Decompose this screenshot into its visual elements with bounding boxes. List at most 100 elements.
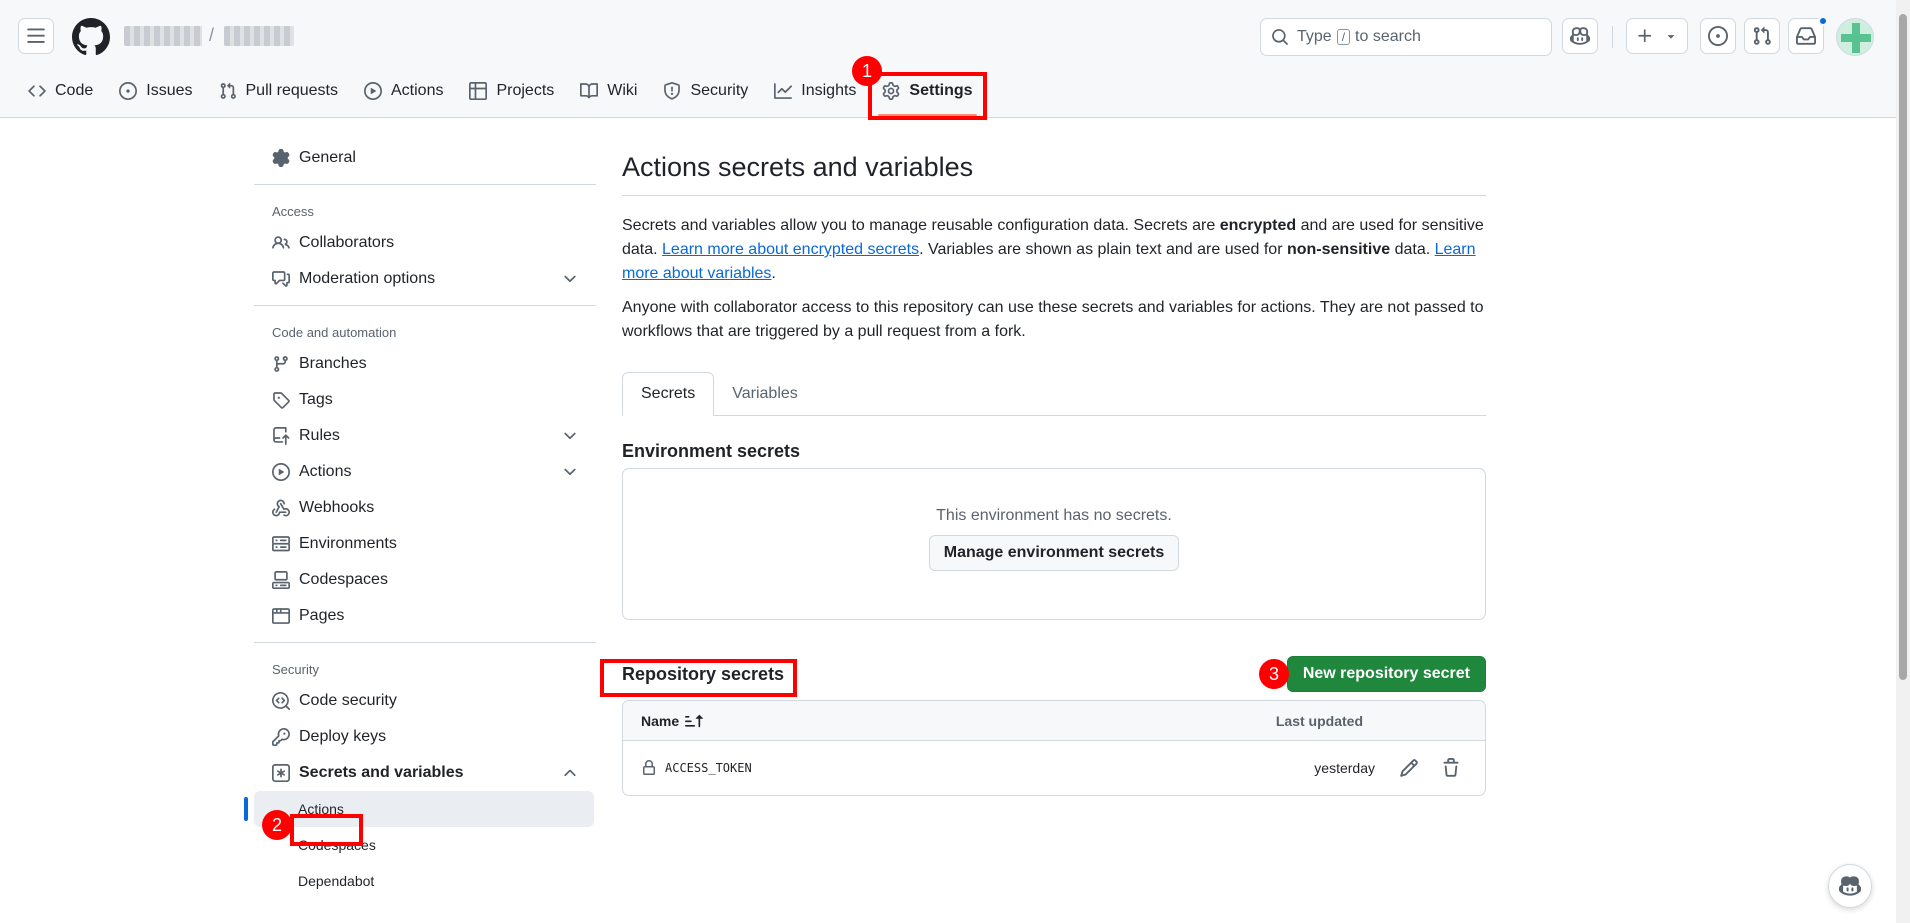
server-icon [272,536,290,552]
copilot-icon [1839,876,1861,896]
sidebar-label: Environments [299,535,397,552]
sidebar-item-general[interactable]: General [254,140,604,176]
tab-wiki[interactable]: Wiki [568,72,649,110]
desc-text: Secrets and variables allow you to manag… [622,217,1220,234]
sidebar-subitem-dependabot[interactable]: Dependabot [254,863,594,899]
sidebar-label: Tags [299,391,333,408]
desc-bold-encrypted: encrypted [1219,217,1297,234]
tab-insights[interactable]: Insights [762,72,868,110]
sidebar-divider [254,305,596,306]
page-title: Actions secrets and variables [622,140,1486,196]
sidebar-label: Webhooks [299,499,375,516]
tab-settings[interactable]: Settings [870,72,984,116]
tag-icon [273,392,290,409]
search-shortcut-key: / [1336,29,1351,45]
column-name: Name [641,712,680,729]
description-paragraph: Secrets and variables allow you to manag… [622,214,1486,286]
sidebar-item-code-security[interactable]: Code security [254,683,604,719]
play-icon [272,463,290,481]
notification-dot [1818,16,1828,26]
sidebar-heading-code: Code and automation [272,325,397,340]
scrollbar-thumb[interactable] [1899,14,1907,680]
manage-environment-secrets-button[interactable]: Manage environment secrets [928,535,1180,571]
repo-name-blurred[interactable] [224,26,294,46]
sidebar-label: General [299,149,356,166]
tab-projects[interactable]: Projects [457,72,566,110]
sidebar-item-collaborators[interactable]: Collaborators [254,225,604,261]
repository-secrets-table: Name Last updated ACCESS_TOKEN yesterday [622,700,1486,796]
issue-opened-icon [119,82,138,100]
sidebar-item-moderation[interactable]: Moderation options [254,261,604,297]
inbox-icon [1796,27,1816,45]
sidebar-label: Code security [299,692,397,709]
repo-push-icon [273,427,290,445]
issue-opened-icon [1708,26,1728,46]
sidebar-item-deploy-keys[interactable]: Deploy keys [254,719,604,755]
copilot-button[interactable] [1562,18,1598,54]
comment-discussion-icon [272,271,290,287]
search-icon [1272,29,1288,45]
annotation-badge-3: 3 [1259,659,1289,689]
tab-secrets[interactable]: Secrets [622,372,715,416]
triangle-down-icon [1667,35,1675,39]
sidebar-item-branches[interactable]: Branches [254,346,604,382]
tab-label: Insights [801,82,857,99]
pull-requests-button[interactable] [1744,18,1780,54]
owner-name-blurred[interactable] [124,26,202,46]
tab-label: Pull requests [245,82,339,99]
git-branch-icon [274,356,288,372]
tab-label: Security [690,82,749,99]
code-icon [28,85,46,97]
tab-issues[interactable]: Issues [107,72,204,110]
pencil-icon[interactable] [1399,758,1419,778]
learn-more-secrets-link[interactable]: Learn more about encrypted secrets [662,241,919,258]
active-indicator [244,797,248,821]
tab-actions[interactable]: Actions [352,72,455,110]
tab-label: Settings [909,82,973,99]
tab-code[interactable]: Code [16,72,105,110]
browser-icon [272,608,290,624]
copilot-chat-button[interactable] [1828,864,1872,908]
sidebar-item-rules[interactable]: Rules [254,418,604,454]
github-logo-icon[interactable] [72,18,110,56]
sidebar-heading-security: Security [272,662,319,677]
sidebar-item-codespaces[interactable]: Codespaces [254,562,604,598]
table-header: Name Last updated [623,701,1485,741]
sidebar-item-webhooks[interactable]: Webhooks [254,490,604,526]
sort-by-name-button[interactable]: Name [623,712,704,730]
new-repository-secret-button[interactable]: New repository secret [1286,656,1486,692]
breadcrumb-separator: / [209,25,215,45]
book-icon [580,83,599,99]
tab-security[interactable]: Security [651,72,760,110]
sidebar-label: Codespaces [299,571,388,588]
search-input[interactable]: Type / to search [1260,18,1552,56]
create-new-button[interactable] [1626,18,1688,54]
sidebar-item-tags[interactable]: Tags [254,382,604,418]
sidebar-item-pages[interactable]: Pages [254,598,604,634]
sidebar-label: Branches [299,355,367,372]
sidebar-item-environments[interactable]: Environments [254,526,604,562]
environment-secrets-heading: Environment secrets [622,440,801,461]
key-icon [272,728,290,746]
sidebar-subitem-codespaces[interactable]: Codespaces [254,827,594,863]
gear-icon [883,82,900,100]
trash-icon[interactable] [1441,758,1461,778]
tab-variables[interactable]: Variables [714,372,816,416]
pull-request-icon [220,82,236,99]
issues-button[interactable] [1700,18,1736,54]
user-avatar[interactable] [1836,18,1874,56]
sidebar-subitem-actions[interactable]: Actions [244,791,594,827]
play-icon [364,82,382,100]
page-scrollbar[interactable] [1896,0,1910,923]
hamburger-menu-button[interactable] [18,18,54,54]
table-row: ACCESS_TOKEN yesterday [623,741,1485,795]
collaborator-note: Anyone with collaborator access to this … [622,299,1484,340]
hamburger-icon [27,28,45,43]
chevron-down-icon [564,432,576,440]
sidebar-item-secrets-and-variables[interactable]: Secrets and variables [254,755,604,791]
annotation-badge-2: 2 [262,810,292,840]
sidebar-item-actions[interactable]: Actions [254,454,604,490]
header-divider [1612,26,1613,48]
key-asterisk-icon [272,764,290,782]
tab-pull-requests[interactable]: Pull requests [207,72,351,110]
